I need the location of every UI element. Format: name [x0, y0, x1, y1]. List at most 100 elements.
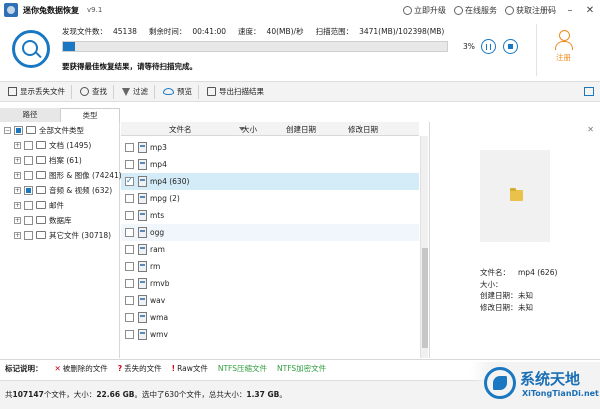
preview-name-row: 文件名： mp4 (626): [480, 268, 558, 277]
file-row[interactable]: wmv: [121, 326, 419, 343]
tree-item-label: 邮件: [49, 200, 64, 210]
row-checkbox[interactable]: [125, 143, 134, 152]
show-files-icon: [8, 87, 17, 96]
cart-icon: [505, 5, 514, 15]
row-checkbox[interactable]: [125, 228, 134, 237]
expand-icon[interactable]: +: [14, 171, 21, 179]
get-code-link[interactable]: 获取注册码: [505, 5, 556, 16]
tree-checkbox[interactable]: [14, 125, 23, 135]
show-lost-files-label: 显示丢失文件: [20, 87, 65, 96]
row-checkbox[interactable]: [125, 211, 134, 220]
file-row[interactable]: ogg: [121, 224, 419, 241]
total-size: 22.66 GB: [96, 390, 135, 399]
file-row[interactable]: mts: [121, 207, 419, 224]
minimize-button[interactable]: –: [564, 5, 576, 16]
app-version: v9.1: [87, 6, 103, 14]
preview-label: 预览: [177, 87, 192, 96]
file-row[interactable]: mpg (2): [121, 190, 419, 207]
close-button[interactable]: ✕: [584, 5, 596, 16]
file-row[interactable]: wma: [121, 309, 419, 326]
media-file-icon: [138, 159, 147, 170]
preview-button[interactable]: 预览: [163, 86, 192, 97]
expand-icon[interactable]: +: [14, 186, 21, 194]
file-name: wav: [150, 296, 166, 305]
selected-size: 1.37 GB: [246, 390, 280, 399]
tree-checkbox[interactable]: [24, 140, 33, 150]
row-checkbox[interactable]: [125, 330, 134, 339]
tree-item-archives[interactable]: + 档案 (61): [14, 153, 82, 167]
range-stat: 扫描范围： 3471(MB)/102398(MB): [315, 27, 445, 36]
tree-checkbox[interactable]: [24, 185, 33, 195]
scrollbar-thumb[interactable]: [422, 248, 428, 348]
tree-checkbox[interactable]: [24, 170, 33, 180]
watermark: 系统天地 XiTongTianDi.net: [470, 362, 600, 409]
file-row[interactable]: mp3: [121, 139, 419, 156]
file-row[interactable]: mp4: [121, 156, 419, 173]
legend-ntfs-encrypted: NTFS加密文件: [277, 363, 327, 373]
file-row[interactable]: mp4 (630): [121, 173, 419, 190]
pause-button[interactable]: [481, 39, 496, 54]
expand-icon[interactable]: +: [14, 141, 21, 149]
stop-button[interactable]: [503, 39, 518, 54]
row-checkbox[interactable]: [125, 176, 134, 186]
toolbar-divider: [198, 84, 199, 99]
column-name[interactable]: 文件名: [169, 124, 192, 135]
row-checkbox[interactable]: [125, 296, 134, 305]
expand-icon[interactable]: +: [14, 231, 21, 239]
media-file-icon: [138, 312, 147, 323]
tree-item-database[interactable]: + 数据库: [14, 213, 72, 227]
file-row[interactable]: ram: [121, 241, 419, 258]
file-row[interactable]: wav: [121, 292, 419, 309]
save-icon[interactable]: [584, 87, 594, 96]
expand-icon[interactable]: +: [14, 156, 21, 164]
upgrade-label: 立即升级: [414, 5, 446, 15]
legend-deleted: ✕ 被删除的文件: [54, 363, 108, 373]
expand-icon[interactable]: +: [14, 201, 21, 209]
file-row[interactable]: rmvb: [121, 275, 419, 292]
column-created[interactable]: 创建日期: [286, 124, 316, 135]
tree-checkbox[interactable]: [24, 215, 33, 225]
filter-button[interactable]: 过滤: [122, 86, 148, 97]
column-size[interactable]: 大小: [242, 124, 257, 135]
upgrade-link[interactable]: 立即升级: [403, 5, 446, 16]
tree-item-other[interactable]: + 其它文件 (30718): [14, 228, 111, 242]
media-file-icon: [138, 261, 147, 272]
row-checkbox[interactable]: [125, 279, 134, 288]
register-button[interactable]: 注册: [536, 24, 590, 76]
tree-item-audio-video[interactable]: + 音频 & 视频 (632): [14, 183, 112, 197]
file-list-scrollbar[interactable]: [420, 136, 428, 358]
file-name: mp4: [150, 160, 167, 169]
row-checkbox[interactable]: [125, 313, 134, 322]
row-checkbox[interactable]: [125, 245, 134, 254]
row-checkbox[interactable]: [125, 160, 134, 169]
tab-path[interactable]: 路径: [0, 108, 60, 122]
close-preview-icon[interactable]: ✕: [587, 125, 594, 134]
find-label: 查找: [92, 87, 107, 96]
tree-checkbox[interactable]: [24, 200, 33, 210]
find-button[interactable]: 查找: [80, 86, 107, 97]
tab-type[interactable]: 类型: [60, 108, 120, 122]
tree-item-images[interactable]: + 图形 & 图像 (74241): [14, 168, 122, 182]
export-results-button[interactable]: 导出扫描结果: [207, 86, 264, 97]
row-checkbox[interactable]: [125, 194, 134, 203]
row-checkbox[interactable]: [125, 262, 134, 271]
collapse-icon[interactable]: −: [4, 126, 11, 134]
media-file-icon: [138, 244, 147, 255]
media-file-icon: [138, 329, 147, 340]
tree-item-mail[interactable]: + 邮件: [14, 198, 64, 212]
tree-root[interactable]: − 全部文件类型: [4, 123, 84, 137]
tree-item-documents[interactable]: + 文档 (1495): [14, 138, 91, 152]
column-modified[interactable]: 修改日期: [348, 124, 378, 135]
media-file-icon: [138, 278, 147, 289]
file-name: ram: [150, 245, 165, 254]
file-row[interactable]: rm: [121, 258, 419, 275]
tree-checkbox[interactable]: [24, 155, 33, 165]
tree-checkbox[interactable]: [24, 230, 33, 240]
lost-mark-icon: ?: [117, 363, 123, 373]
online-service-link[interactable]: 在线服务: [454, 5, 497, 16]
media-file-icon: [138, 210, 147, 221]
show-lost-files-button[interactable]: 显示丢失文件: [8, 86, 65, 97]
preview-thumbnail: [480, 150, 550, 242]
expand-icon[interactable]: +: [14, 216, 21, 224]
scan-progress-fill: [63, 42, 75, 51]
